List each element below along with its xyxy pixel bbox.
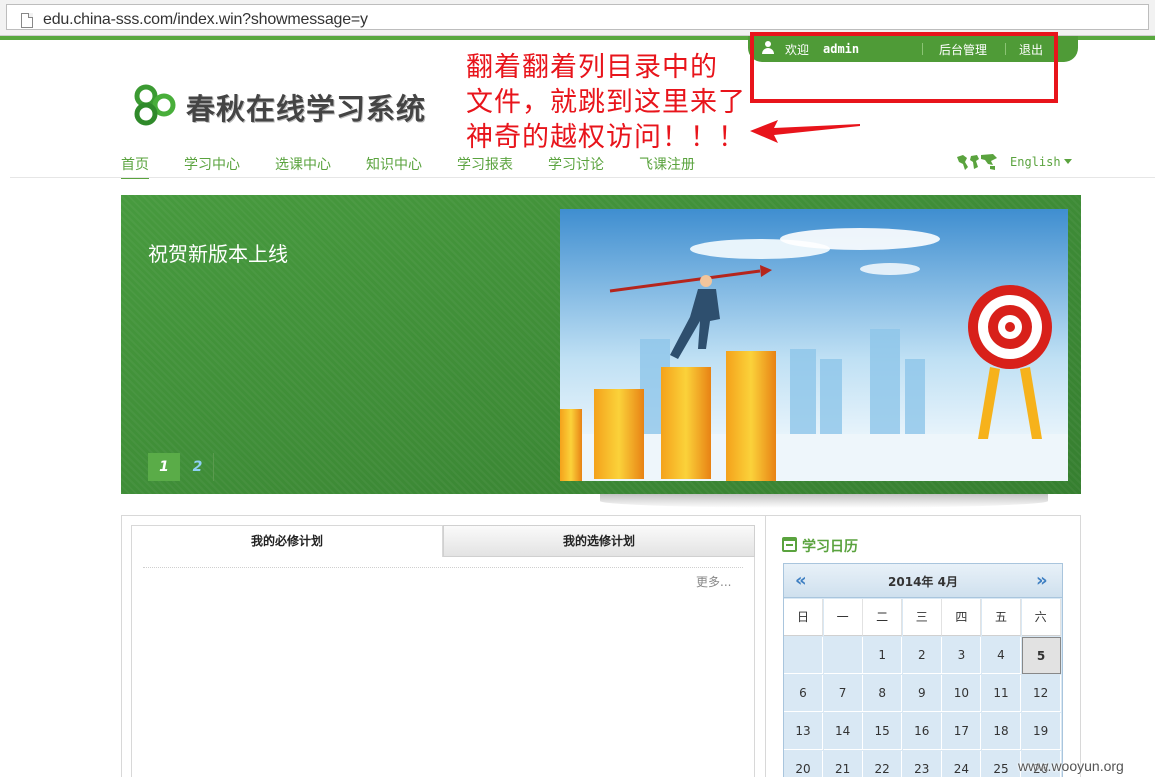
- weekday-header: 一: [823, 599, 863, 636]
- watermark: www.wooyun.org: [1018, 758, 1124, 774]
- calendar-day[interactable]: 17: [942, 713, 982, 750]
- nav-knowledge-center[interactable]: 知识中心: [366, 154, 422, 174]
- calendar-empty-cell: [784, 637, 823, 674]
- banner-page-2[interactable]: 2: [182, 453, 214, 481]
- next-month-icon[interactable]: »: [1036, 570, 1048, 591]
- banner-page-1[interactable]: 1: [148, 453, 180, 481]
- calendar-day[interactable]: 14: [823, 713, 863, 750]
- calendar-day[interactable]: 9: [902, 675, 942, 712]
- nav-register[interactable]: 飞课注册: [639, 154, 695, 174]
- banner-title: 祝贺新版本上线: [148, 242, 288, 266]
- nav-divider: [10, 177, 1155, 178]
- chevron-down-icon: [1063, 159, 1072, 164]
- weekday-header: 日: [784, 599, 823, 636]
- more-link[interactable]: 更多...: [696, 573, 731, 590]
- annotation-arrow-icon: [750, 120, 860, 143]
- calendar-day[interactable]: 15: [863, 713, 903, 750]
- tab-elective-plan[interactable]: 我的选修计划: [443, 525, 755, 557]
- annotation-line: 神奇的越权访问！！！: [466, 122, 746, 153]
- calendar-day[interactable]: 24: [942, 751, 982, 777]
- calendar-day[interactable]: 23: [903, 751, 942, 777]
- calendar-day[interactable]: 18: [982, 713, 1021, 750]
- banner-shadow: [600, 494, 1048, 508]
- banner-image: [560, 209, 1068, 481]
- annotation-line: 文件，就跳到这里来了: [466, 87, 746, 118]
- weekday-header: 五: [982, 599, 1021, 636]
- annotation-line: 翻着翻着列目录中的: [466, 52, 718, 83]
- calendar-title: 学习日历: [802, 539, 858, 555]
- url-text[interactable]: edu.china-sss.com/index.win?showmessage=…: [43, 11, 368, 29]
- world-map-icon: [957, 154, 997, 170]
- calendar-day[interactable]: 10: [942, 675, 982, 712]
- calendar-day[interactable]: 5: [1021, 637, 1061, 674]
- logo-icon: [134, 84, 176, 126]
- calendar-day[interactable]: 4: [982, 637, 1021, 674]
- calendar-day[interactable]: 20: [784, 751, 823, 777]
- plan-panel: [131, 525, 755, 777]
- calendar-month: 2014年 4月: [888, 575, 958, 589]
- nav-home[interactable]: 首页: [121, 154, 149, 179]
- page-icon: [21, 13, 33, 28]
- calendar-header: « 2014年 4月 »: [784, 564, 1062, 598]
- browser-address-bar: edu.china-sss.com/index.win?showmessage=…: [0, 0, 1155, 36]
- tab-required-plan[interactable]: 我的必修计划: [131, 525, 443, 557]
- dotted-divider: [143, 567, 743, 568]
- weekday-header: 四: [942, 599, 982, 636]
- panel-separator: [765, 515, 766, 777]
- calendar-day[interactable]: 1: [863, 637, 903, 674]
- annotation-text: 翻着翻着列目录中的 文件，就跳到这里来了 神奇的越权访问！！！: [466, 50, 746, 155]
- calendar-day[interactable]: 6: [784, 675, 823, 712]
- weekday-header: 六: [1021, 599, 1061, 636]
- nav-learning-report[interactable]: 学习报表: [457, 154, 513, 174]
- calendar-day[interactable]: 21: [824, 751, 863, 777]
- calendar-icon: [782, 537, 797, 552]
- calendar-day[interactable]: 2: [902, 637, 942, 674]
- url-field[interactable]: edu.china-sss.com/index.win?showmessage=…: [6, 4, 1149, 30]
- calendar-day[interactable]: 22: [863, 751, 903, 777]
- calendar-day[interactable]: 12: [1021, 675, 1061, 712]
- calendar-day[interactable]: 8: [863, 675, 903, 712]
- calendar-day[interactable]: 13: [784, 713, 823, 750]
- calendar-day[interactable]: 19: [1021, 713, 1061, 750]
- nav-discussion[interactable]: 学习讨论: [548, 154, 604, 174]
- calendar-day[interactable]: 11: [982, 675, 1021, 712]
- language-label: English: [1010, 155, 1061, 169]
- calendar-day[interactable]: 25: [982, 751, 1021, 777]
- calendar-day[interactable]: 3: [942, 637, 982, 674]
- nav-learning-center[interactable]: 学习中心: [184, 154, 240, 174]
- study-calendar: « 2014年 4月 » 日一二三四五六 1 2 3 4 5 6 7 8 9 10 11 12 13 14 1…: [783, 563, 1063, 777]
- weekday-header: 三: [902, 599, 942, 636]
- language-selector[interactable]: English: [1010, 155, 1072, 169]
- calendar-empty-cell: [823, 637, 863, 674]
- site-title: 春秋在线学习系统: [186, 92, 427, 126]
- weekday-header: 二: [863, 599, 903, 636]
- calendar-day[interactable]: 7: [823, 675, 863, 712]
- annotation-highlight-box: [750, 32, 1058, 103]
- calendar-day[interactable]: 16: [902, 713, 942, 750]
- nav-course-selection[interactable]: 选课中心: [275, 154, 331, 174]
